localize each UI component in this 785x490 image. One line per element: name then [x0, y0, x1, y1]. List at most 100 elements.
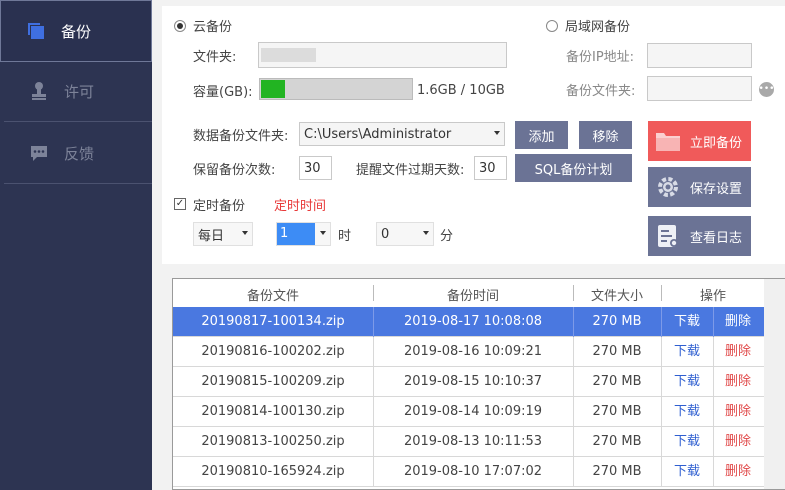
download-link[interactable]: 下载 [661, 337, 713, 367]
chevron-down-icon [242, 231, 248, 235]
timed-backup-checkbox[interactable]: ✓ 定时备份 [174, 196, 246, 214]
capacity-progress-bar [259, 78, 413, 100]
delete-link[interactable]: 删除 [713, 337, 763, 367]
sidebar-item-label: 许可 [64, 82, 95, 101]
backup-icon [25, 20, 47, 42]
cell-size: 270 MB [592, 434, 642, 449]
sidebar-item-backup[interactable]: 备份 [0, 0, 152, 62]
backup-now-button[interactable]: 立即备份 [648, 121, 751, 161]
column-header-action: 操作 [699, 289, 726, 304]
delete-link[interactable]: 删除 [713, 307, 763, 337]
cell-file: 20190816-100202.zip [201, 344, 345, 359]
lan-backup-label: 局域网备份 [565, 20, 631, 35]
more-options-icon[interactable]: ••• [759, 82, 774, 97]
cell-size: 270 MB [592, 374, 642, 389]
cell-time: 2019-08-10 17:07:02 [403, 464, 543, 479]
radio-dot[interactable] [546, 19, 558, 32]
keep-count-label: 保留备份次数: [193, 162, 276, 178]
download-link[interactable]: 下载 [661, 397, 713, 427]
data-folder-label: 数据备份文件夹: [193, 128, 289, 144]
cloud-folder-input[interactable] [258, 42, 507, 68]
sidebar-item-label: 反馈 [64, 144, 95, 163]
cell-time: 2019-08-17 10:08:08 [403, 314, 543, 329]
capacity-label: 容量(GB): [193, 84, 253, 100]
table-row[interactable]: 20190813-100250.zip 2019-08-13 10:11:53 … [173, 427, 765, 457]
sidebar-item-feedback[interactable]: 反馈 [4, 122, 152, 184]
folder-label: 文件夹: [193, 49, 237, 65]
feedback-chat-icon [28, 142, 50, 164]
cloud-backup-label: 云备份 [193, 20, 233, 35]
backup-now-label: 立即备份 [690, 135, 743, 151]
sidebar: 备份 许可 反馈 [0, 0, 152, 490]
cloud-backup-radio[interactable]: 云备份 [174, 16, 232, 35]
sidebar-item-label: 备份 [61, 22, 92, 41]
table-row[interactable]: 20190810-165924.zip 2019-08-10 17:07:02 … [173, 457, 765, 487]
ip-input[interactable] [647, 43, 752, 68]
cell-file: 20190814-100130.zip [201, 404, 345, 419]
hour-select[interactable]: 1 [276, 222, 331, 246]
view-log-button[interactable]: 查看日志 [648, 216, 751, 256]
delete-link[interactable]: 删除 [713, 427, 763, 457]
gear-icon [654, 173, 682, 201]
lan-folder-label: 备份文件夹: [566, 83, 636, 99]
cell-time: 2019-08-16 10:09:21 [403, 344, 543, 359]
timed-hint-text: 定时时间 [274, 198, 327, 214]
download-link[interactable]: 下载 [661, 307, 713, 337]
table-row[interactable]: 20190816-100202.zip 2019-08-16 10:09:21 … [173, 337, 765, 367]
frequency-select[interactable]: 每日 [193, 222, 253, 246]
delete-link[interactable]: 删除 [713, 397, 763, 427]
settings-panel: 云备份 局域网备份 文件夹: 备份IP地址: 容量(GB): 1.6GB / 1… [162, 6, 785, 264]
cell-time: 2019-08-15 10:10:37 [403, 374, 543, 389]
data-folder-value: C:\Users\Administrator [304, 126, 452, 142]
cell-size: 270 MB [592, 344, 642, 359]
remove-button[interactable]: 移除 [579, 121, 632, 149]
frequency-value: 每日 [198, 228, 225, 244]
table-row[interactable]: 20190817-100134.zip 2019-08-17 10:08:08 … [173, 307, 765, 337]
table-scrollbar[interactable] [764, 279, 785, 489]
delete-link[interactable]: 删除 [713, 367, 763, 397]
remind-days-label: 提醒文件过期天数: [356, 162, 465, 178]
download-link[interactable]: 下载 [661, 367, 713, 397]
add-button[interactable]: 添加 [515, 121, 568, 149]
lan-backup-radio[interactable]: 局域网备份 [546, 16, 630, 35]
cell-time: 2019-08-13 10:11:53 [403, 434, 543, 449]
hour-value: 1 [277, 223, 315, 245]
cell-file: 20190810-165924.zip [201, 464, 345, 479]
checkbox-icon[interactable]: ✓ [174, 198, 186, 210]
download-link[interactable]: 下载 [661, 457, 713, 487]
delete-link[interactable]: 删除 [713, 457, 763, 487]
download-link[interactable]: 下载 [661, 427, 713, 457]
save-settings-label: 保存设置 [690, 181, 743, 197]
chevron-down-icon [320, 231, 326, 235]
column-header-time[interactable]: 备份时间 [373, 285, 573, 304]
minute-select[interactable]: 0 [376, 222, 434, 246]
keep-count-input[interactable]: 30 [299, 156, 332, 180]
log-document-icon [654, 222, 682, 250]
capacity-progress-fill [261, 80, 285, 98]
table-row[interactable]: 20190814-100130.zip 2019-08-14 10:09:19 … [173, 397, 765, 427]
view-log-label: 查看日志 [690, 230, 743, 246]
radio-dot[interactable] [174, 19, 186, 32]
sql-backup-plan-button[interactable]: SQL备份计划 [515, 154, 632, 182]
data-folder-select[interactable]: C:\Users\Administrator [299, 122, 505, 146]
minute-value: 0 [381, 226, 390, 242]
hour-unit: 时 [338, 228, 352, 244]
column-header-size[interactable]: 文件大小 [573, 285, 661, 304]
table-header: 备份文件 备份时间 文件大小 操作 [173, 279, 785, 307]
chevron-down-icon [423, 231, 429, 235]
remind-days-value: 30 [479, 160, 496, 176]
blurred-folder-value [261, 48, 316, 62]
sidebar-item-license[interactable]: 许可 [4, 60, 152, 122]
chevron-down-icon [494, 131, 500, 135]
cell-file: 20190813-100250.zip [201, 434, 345, 449]
minute-unit: 分 [440, 228, 454, 244]
folder-icon [654, 127, 682, 155]
save-settings-button[interactable]: 保存设置 [648, 167, 751, 207]
cell-size: 270 MB [592, 314, 642, 329]
lan-folder-input[interactable] [647, 76, 752, 101]
column-header-file[interactable]: 备份文件 [173, 285, 373, 304]
remind-days-input[interactable]: 30 [474, 156, 507, 180]
timed-backup-label: 定时备份 [193, 198, 246, 214]
cell-size: 270 MB [592, 404, 642, 419]
table-row[interactable]: 20190815-100209.zip 2019-08-15 10:10:37 … [173, 367, 765, 397]
